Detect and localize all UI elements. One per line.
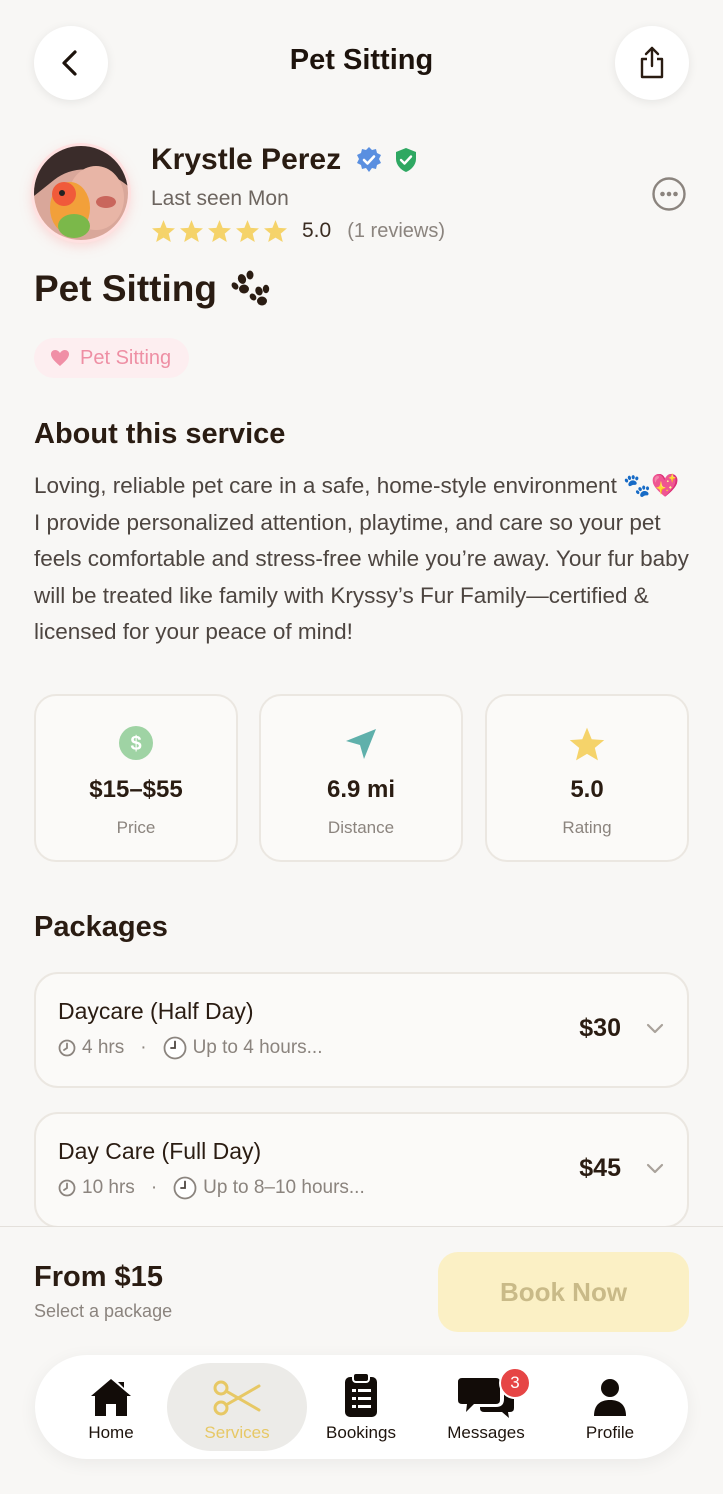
price-stat-card: $ $15–$55 Price (34, 694, 238, 862)
nav-item-home[interactable]: Home (49, 1363, 173, 1451)
price-label: Price (116, 818, 156, 837)
package-price: $30 (579, 1014, 621, 1042)
nav-label-messages: Messages (447, 1423, 525, 1442)
provider-name[interactable]: Krystle Perez (151, 143, 341, 177)
provider-rating: 5.0 (1 reviews) (151, 219, 445, 243)
clock-icon (58, 1039, 76, 1057)
location-arrow-icon (346, 729, 376, 759)
star-icon (569, 727, 605, 761)
separator-dot: · (150, 1177, 158, 1198)
scissors-icon (213, 1380, 261, 1416)
clock-icon (173, 1176, 197, 1200)
package-name: Daycare (Half Day) (58, 998, 254, 1024)
last-seen-status: Last seen Mon (151, 187, 289, 210)
distance-stat-card: 6.9 mi Distance (259, 694, 463, 862)
star-rating (151, 219, 288, 243)
nav-item-bookings[interactable]: Bookings (299, 1363, 423, 1451)
distance-label: Distance (327, 818, 395, 837)
heart-icon (51, 350, 69, 366)
distance-value: 6.9 mi (326, 776, 396, 803)
star-icon (180, 220, 203, 242)
package-description: Up to 8–10 hours... (203, 1177, 365, 1198)
package-meta: 10 hrs · Up to 8–10 hours... (58, 1176, 365, 1200)
rating-value: 5.0 (302, 219, 332, 242)
verification-badges (355, 146, 417, 174)
packages-heading: Packages (34, 911, 168, 943)
nav-label-home: Home (88, 1423, 134, 1442)
star-icon (236, 220, 259, 242)
nav-item-messages[interactable]: 3 Messages (424, 1363, 548, 1451)
category-tag[interactable]: Pet Sitting (34, 338, 190, 378)
price-value: $15–$55 (89, 776, 183, 803)
nav-label-services: Services (204, 1423, 270, 1442)
svg-text:$: $ (130, 733, 141, 755)
avatar-photo (34, 146, 128, 240)
clock-icon (163, 1036, 186, 1060)
clipboard-list-icon (345, 1372, 377, 1417)
category-label: Pet Sitting (80, 346, 172, 369)
dollar-icon: $ (119, 726, 153, 760)
package-card[interactable]: Daycare (Half Day) 4 hrs · Up to 4 hours… (34, 972, 689, 1088)
chevron-down-icon[interactable] (645, 1022, 665, 1036)
review-count[interactable]: (1 reviews) (347, 220, 445, 243)
book-now-button[interactable]: Book Now (438, 1252, 689, 1332)
paw-prints-icon (231, 270, 270, 306)
package-card[interactable]: Day Care (Full Day) 10 hrs · Up to 8–10 … (34, 1112, 689, 1228)
unread-badge: 3 (499, 1367, 531, 1399)
nav-item-profile[interactable]: Profile (548, 1363, 672, 1451)
home-icon (91, 1379, 131, 1416)
from-price: From $15 (34, 1261, 163, 1293)
rating-stat-label: Rating (562, 818, 612, 837)
star-icon (152, 220, 175, 242)
header: Pet Sitting (0, 0, 723, 126)
booking-bar: From $15 Select a package Book Now Home (0, 1226, 723, 1494)
shield-check-icon (396, 148, 416, 172)
more-options-button[interactable] (651, 176, 687, 217)
nav-item-services[interactable]: Services (167, 1363, 307, 1451)
service-title-text: Pet Sitting (34, 268, 217, 309)
nav-label-profile: Profile (585, 1423, 635, 1442)
avatar[interactable] (34, 146, 128, 240)
about-description: Loving, reliable pet care in a safe, hom… (34, 473, 689, 645)
about-heading: About this service (34, 418, 286, 450)
package-meta: 4 hrs · Up to 4 hours... (58, 1036, 322, 1060)
package-duration: 4 hrs (82, 1037, 125, 1058)
rating-stat-card: 5.0 Rating (485, 694, 689, 862)
star-icon (264, 220, 287, 242)
user-icon (594, 1379, 626, 1416)
bottom-navigation: Home Services Bookings 3 Messages Profil… (35, 1355, 688, 1459)
service-title: Pet Sitting (34, 268, 271, 310)
star-icon (208, 220, 231, 242)
package-description: Up to 4 hours... (192, 1037, 323, 1058)
package-name: Day Care (Full Day) (58, 1138, 262, 1164)
nav-label-bookings: Bookings (326, 1423, 396, 1442)
share-button[interactable] (615, 26, 689, 100)
package-duration: 10 hrs (82, 1177, 135, 1198)
more-horizontal-icon (652, 177, 686, 211)
select-package-hint: Select a package (34, 1301, 173, 1321)
package-price: $45 (579, 1154, 621, 1182)
verified-badge-icon (357, 147, 381, 172)
chevron-down-icon[interactable] (645, 1162, 665, 1176)
clock-icon (58, 1179, 76, 1197)
rating-stat-value: 5.0 (570, 776, 604, 803)
separator-dot: · (140, 1037, 147, 1058)
share-icon (640, 46, 664, 79)
